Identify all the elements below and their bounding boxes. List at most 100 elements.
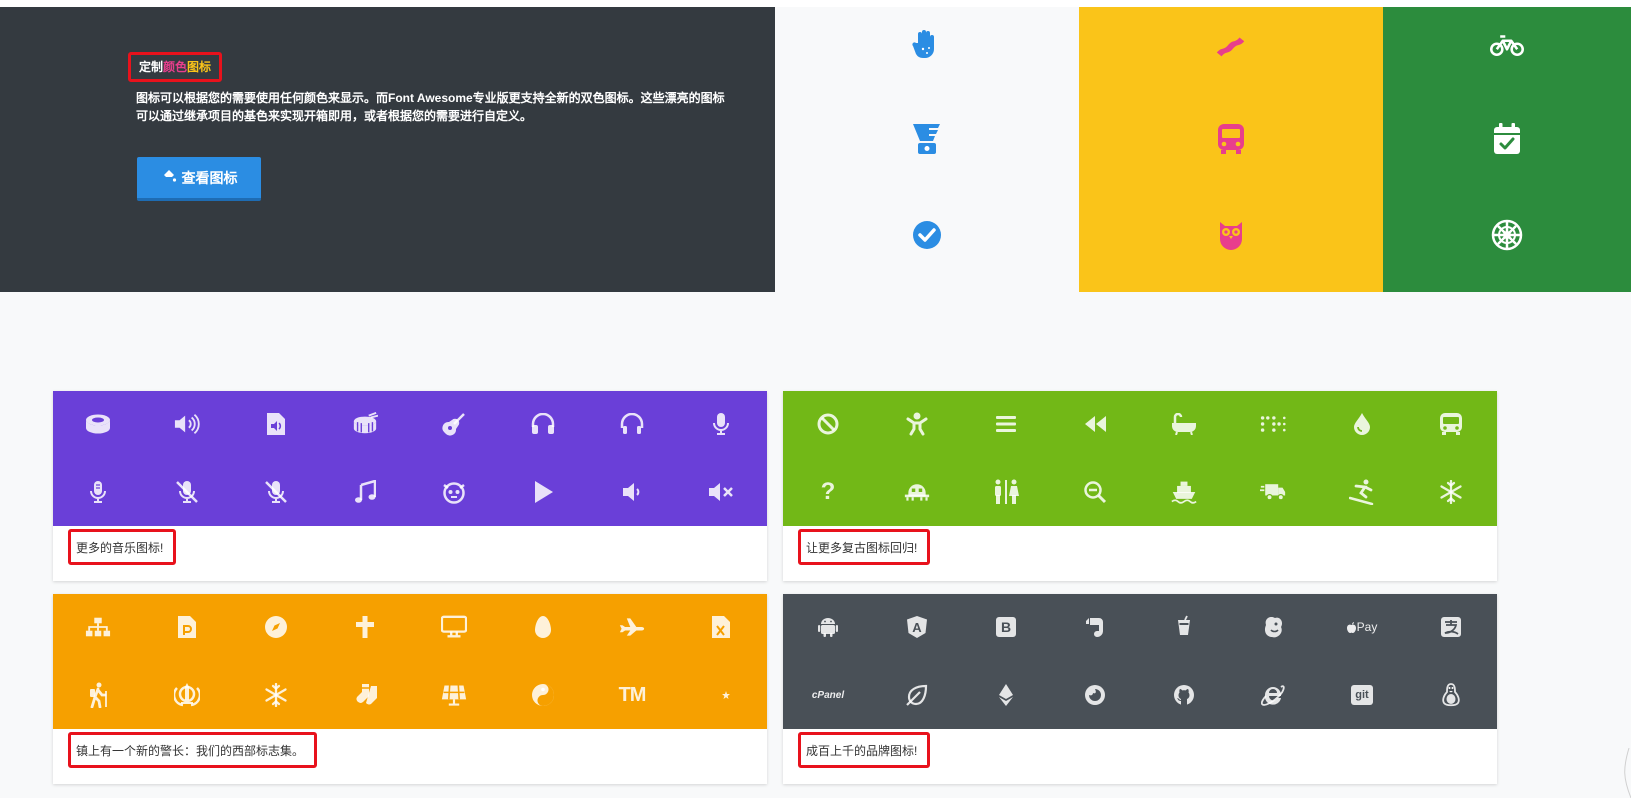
cocktail-icon xyxy=(1171,614,1197,640)
ban-icon xyxy=(815,411,841,437)
card-music-caption: 更多的音乐图标! xyxy=(68,529,177,565)
star-and-crescent-icon xyxy=(708,682,734,708)
headphones-alt-icon xyxy=(619,411,645,437)
owl-icon xyxy=(1214,218,1248,252)
hero-title-part2: 颜色 xyxy=(163,60,188,74)
plane-icon xyxy=(619,614,645,640)
linux-icon xyxy=(1438,682,1464,708)
trademark-icon: TM xyxy=(618,684,647,706)
volume-up-icon xyxy=(174,411,200,437)
socks-icon xyxy=(352,682,378,708)
github-icon xyxy=(1171,682,1197,708)
hero-title-part1: 定制 xyxy=(139,60,164,74)
khanda-icon xyxy=(174,682,200,708)
music-icon xyxy=(352,479,378,505)
hand-sparkles-icon xyxy=(910,28,944,62)
brands-icon-band: A B Pay cPanel git xyxy=(783,594,1497,729)
hero-panel: 定制颜色图标 图标可以根据您的需要使用任何颜色来显示。而Font Awesome… xyxy=(0,7,775,292)
yellow-icon-column xyxy=(1079,7,1383,292)
bus-icon xyxy=(1438,411,1464,437)
file-audio-icon xyxy=(263,411,289,437)
bath-icon xyxy=(1171,411,1197,437)
yin-yang-icon xyxy=(530,682,556,708)
desktop-icon xyxy=(441,614,467,640)
hiking-icon xyxy=(85,682,111,708)
card-western: TM 镇上有一个新的警长：我们的西部标志集。 xyxy=(53,594,767,784)
bicycle-icon xyxy=(1490,28,1524,62)
guitar-icon xyxy=(441,411,467,437)
green-icon-column xyxy=(1383,7,1631,292)
hero-title-part3: 图标 xyxy=(187,60,212,74)
corner-scroll-hint xyxy=(1624,748,1631,798)
card-retro: ? 让更多复古图标回归! xyxy=(783,391,1497,581)
android-icon xyxy=(815,614,841,640)
napster-icon xyxy=(441,479,467,505)
blender-icon xyxy=(910,122,944,156)
paint-bucket-icon xyxy=(161,168,177,187)
card-western-caption: 镇上有一个新的警长：我们的西部标志集。 xyxy=(68,732,318,768)
child-icon xyxy=(904,411,930,437)
view-icons-button-label: 查看图标 xyxy=(181,169,238,186)
volume-mute-icon xyxy=(708,479,734,505)
microphone-alt-slash-icon xyxy=(263,479,289,505)
alipay-icon xyxy=(1438,614,1464,640)
sitemap-icon xyxy=(85,614,111,640)
firefox-icon xyxy=(1082,682,1108,708)
internet-explorer-icon xyxy=(1260,682,1286,708)
music-icon-band xyxy=(53,391,767,526)
search-minus-icon xyxy=(1082,479,1108,505)
compass-icon xyxy=(263,614,289,640)
card-brands-caption: 成百上千的品牌图标! xyxy=(798,732,931,768)
hero-title: 定制颜色图标 xyxy=(128,52,223,82)
check-circle-icon xyxy=(910,218,944,252)
mailchimp-icon xyxy=(1260,614,1286,640)
egg-icon xyxy=(530,614,556,640)
calendar-check-icon xyxy=(1490,122,1524,156)
card-brands: A B Pay cPanel git 成百上千的品牌图标! xyxy=(783,594,1497,784)
microphone-icon xyxy=(708,411,734,437)
card-music: 更多的音乐图标! xyxy=(53,391,767,581)
snowflake-icon xyxy=(263,682,289,708)
drum-steelpan-icon xyxy=(85,411,111,437)
card-retro-caption: 让更多复古图标回归! xyxy=(798,529,931,565)
drum-icon xyxy=(352,411,378,437)
cross-icon xyxy=(352,614,378,640)
ethereum-icon xyxy=(993,682,1019,708)
bus-icon xyxy=(1214,122,1248,156)
retro-icon-band: ? xyxy=(783,391,1497,526)
volume-down-icon xyxy=(619,479,645,505)
file-excel-icon xyxy=(708,614,734,640)
braille-icon xyxy=(1260,411,1286,437)
backward-icon xyxy=(1082,411,1108,437)
western-icon-band: TM xyxy=(53,594,767,729)
microphone-slash-icon xyxy=(174,479,200,505)
solar-panel-icon xyxy=(441,682,467,708)
snowflake-icon xyxy=(1438,479,1464,505)
angular-icon: A xyxy=(904,614,930,640)
apple-pay-icon: Pay xyxy=(1342,614,1382,640)
leaf-icon xyxy=(904,682,930,708)
play-icon xyxy=(530,479,556,505)
bars-icon xyxy=(993,411,1019,437)
bootstrap-icon: B xyxy=(993,614,1019,640)
bacon-icon xyxy=(1214,28,1248,62)
cpanel-icon: cPanel xyxy=(811,689,845,701)
snowboarding-icon xyxy=(1349,479,1375,505)
space-invader-icon xyxy=(904,479,930,505)
question-icon: ? xyxy=(820,478,836,505)
view-icons-button[interactable]: 查看图标 xyxy=(137,157,261,201)
white-icon-column xyxy=(775,7,1079,292)
headphones-icon xyxy=(530,411,556,437)
top-strip xyxy=(0,0,1631,7)
hero-description: 图标可以根据您的需要使用任何颜色来显示。而Font Awesome专业版更支持全… xyxy=(136,91,725,123)
restroom-icon xyxy=(993,479,1019,505)
file-powerpoint-icon xyxy=(174,614,200,640)
evernote-icon xyxy=(1082,614,1108,640)
shipping-fast-icon xyxy=(1260,479,1286,505)
tint-icon xyxy=(1349,411,1375,437)
ship-icon xyxy=(1171,479,1197,505)
git-icon: git xyxy=(1349,682,1375,708)
angular-letter: A xyxy=(912,620,922,635)
microphone-alt-icon xyxy=(85,479,111,505)
galactic-empire-icon xyxy=(1490,218,1524,252)
